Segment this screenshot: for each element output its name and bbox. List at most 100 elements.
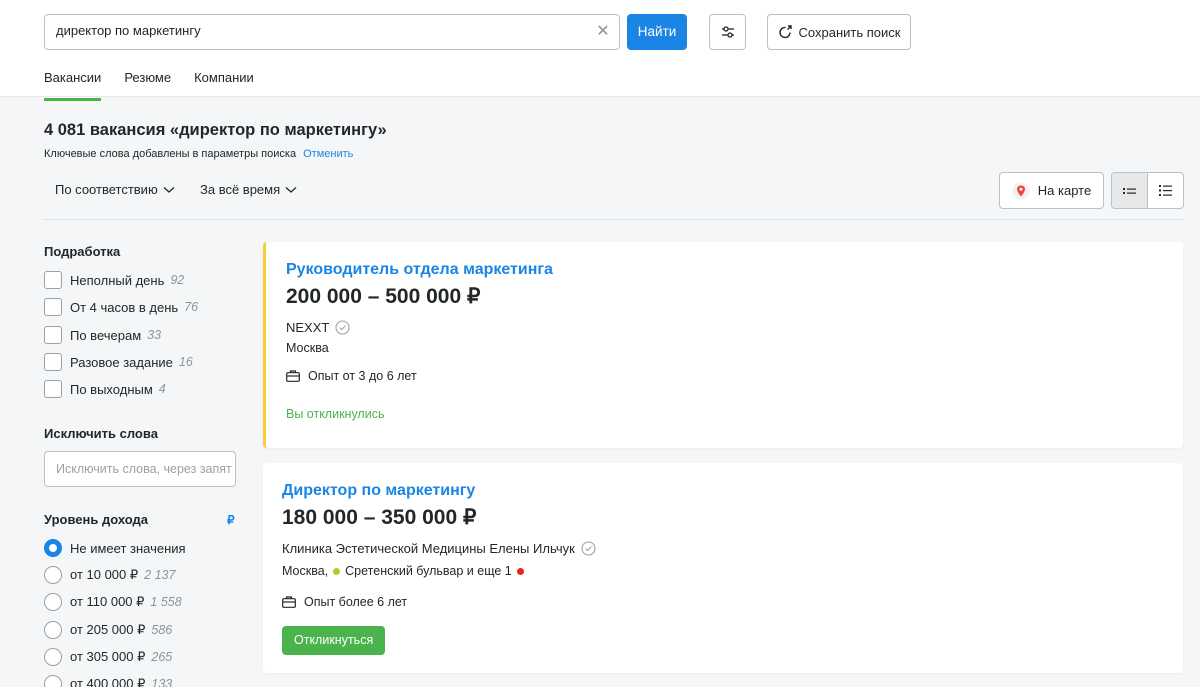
income-label: от 205 000 ₽ (70, 622, 146, 637)
income-radio[interactable]: от 205 000 ₽ 586 (44, 621, 172, 639)
filter-settings-icon (721, 26, 734, 38)
radio-button[interactable] (44, 566, 62, 584)
income-count: 133 (151, 677, 173, 687)
tab-resumes[interactable]: Резюме (124, 70, 171, 101)
checkbox[interactable] (44, 326, 62, 344)
checkbox[interactable] (44, 353, 62, 371)
filter-checkbox[interactable]: От 4 часов в день 76 (44, 298, 198, 316)
vacancy-title[interactable]: Директор по маркетингу (282, 482, 475, 500)
filter-label: По выходным (70, 381, 153, 397)
compact-view-button[interactable] (1112, 173, 1148, 208)
vacancy-card: Директор по маркетингу 180 000 – 350 000… (263, 463, 1183, 673)
verified-icon (335, 320, 350, 335)
company-label: NEXXT (286, 320, 330, 335)
vacancy-city: Москва, (282, 564, 329, 578)
sort-label: По соответствию (55, 182, 158, 197)
vacancy-experience: Опыт более 6 лет (282, 595, 407, 609)
exclude-input[interactable] (56, 462, 232, 476)
view-toggle (1111, 172, 1184, 209)
income-radio[interactable]: Не имеет значения (44, 539, 186, 557)
verified-icon (581, 541, 596, 556)
radio-button[interactable] (44, 675, 62, 687)
filter-checkbox[interactable]: По выходным 4 (44, 380, 166, 398)
find-button[interactable]: Найти (627, 14, 687, 50)
checkbox[interactable] (44, 298, 62, 316)
income-radio[interactable]: от 110 000 ₽ 1 558 (44, 593, 182, 611)
save-search-label: Сохранить поиск (798, 24, 901, 40)
header: ✕ Найти Сохранить поиск Вакансии Резюме … (0, 0, 1200, 101)
income-radio[interactable]: от 10 000 ₽ 2 137 (44, 566, 175, 584)
sort-dropdown[interactable]: По соответствию (55, 182, 175, 197)
vacancy-card: Руководитель отдела маркетинга 200 000 –… (263, 242, 1183, 448)
income-radio[interactable]: от 400 000 ₽ 133 (44, 675, 172, 687)
briefcase-icon (286, 370, 300, 382)
vacancy-city: Москва (286, 341, 329, 355)
radio-button[interactable] (44, 539, 62, 557)
briefcase-icon (282, 596, 296, 608)
search-input[interactable] (56, 23, 576, 38)
income-radio[interactable]: от 305 000 ₽ 265 (44, 648, 172, 666)
map-label: На карте (1037, 183, 1092, 198)
undo-link[interactable]: Отменить (303, 148, 353, 160)
vacancy-location: Москва, Сретенский бульвар и еще 1 (282, 564, 524, 578)
experience-label: Опыт от 3 до 6 лет (308, 369, 417, 383)
radio-button[interactable] (44, 593, 62, 611)
vacancy-title[interactable]: Руководитель отдела маркетинга (286, 261, 553, 279)
exclude-heading: Исключить слова (44, 426, 158, 441)
income-count: 586 (151, 623, 173, 637)
tab-companies[interactable]: Компании (194, 70, 254, 101)
save-search-icon (778, 24, 792, 38)
filter-count: 4 (158, 382, 166, 396)
income-label: от 110 000 ₽ (70, 594, 145, 609)
company-label: Клиника Эстетической Медицины Елены Ильч… (282, 541, 575, 556)
keywords-note: Ключевые слова добавлены в параметры пои… (44, 148, 353, 160)
income-label: от 400 000 ₽ (70, 676, 146, 687)
chevron-down-icon (163, 186, 175, 193)
detailed-view-button[interactable] (1148, 173, 1183, 208)
detailed-list-icon (1159, 185, 1172, 196)
parttime-heading: Подработка (44, 244, 121, 259)
save-search-button[interactable]: Сохранить поиск (767, 14, 911, 50)
clear-icon[interactable]: ✕ (595, 23, 611, 41)
page-title: 4 081 вакансия «директор по маркетингу» (44, 121, 387, 139)
chevron-down-icon (285, 186, 297, 193)
period-label: За всё время (200, 182, 281, 197)
filter-label: Разовое задание (70, 354, 173, 370)
checkbox[interactable] (44, 380, 62, 398)
respond-button[interactable]: Откликнуться (282, 626, 386, 655)
divider (44, 219, 1184, 220)
income-count: 1 558 (150, 595, 182, 609)
metro-station: Сретенский бульвар и еще 1 (345, 564, 512, 578)
filter-count: 16 (178, 355, 193, 369)
income-label: Не имеет значения (70, 540, 186, 556)
keywords-note-text: Ключевые слова добавлены в параметры пои… (44, 148, 297, 160)
metro-line-dot (516, 567, 524, 575)
exclude-field[interactable] (44, 451, 236, 487)
income-label: от 10 000 ₽ (70, 567, 139, 582)
map-button[interactable]: На карте (999, 172, 1104, 209)
filter-checkbox[interactable]: Неполный день 92 (44, 271, 184, 289)
radio-button[interactable] (44, 648, 62, 666)
radio-button[interactable] (44, 621, 62, 639)
filter-label: От 4 часов в день (70, 299, 179, 315)
period-dropdown[interactable]: За всё время (200, 182, 297, 197)
income-count: 265 (151, 650, 173, 664)
filter-checkbox[interactable]: Разовое задание 16 (44, 353, 193, 371)
search-field[interactable]: ✕ (44, 14, 620, 50)
income-label: от 305 000 ₽ (70, 649, 146, 664)
currency-switch[interactable]: ₽ (227, 513, 235, 527)
income-heading: Уровень дохода (44, 512, 149, 527)
company-name[interactable]: Клиника Эстетической Медицины Елены Ильч… (282, 541, 596, 556)
vacancy-salary: 180 000 – 350 000 ₽ (282, 506, 477, 529)
income-count: 2 137 (144, 568, 176, 582)
responded-status: Вы откликнулись (286, 407, 385, 421)
company-name[interactable]: NEXXT (286, 320, 350, 335)
vacancy-salary: 200 000 – 500 000 ₽ (286, 285, 481, 308)
filter-count: 76 (184, 300, 199, 314)
advanced-search-button[interactable] (709, 14, 746, 50)
filter-checkbox[interactable]: По вечерам 33 (44, 326, 161, 344)
filter-label: По вечерам (70, 327, 142, 343)
checkbox[interactable] (44, 271, 62, 289)
vacancy-experience: Опыт от 3 до 6 лет (286, 369, 417, 383)
tab-vacancies[interactable]: Вакансии (44, 70, 102, 101)
